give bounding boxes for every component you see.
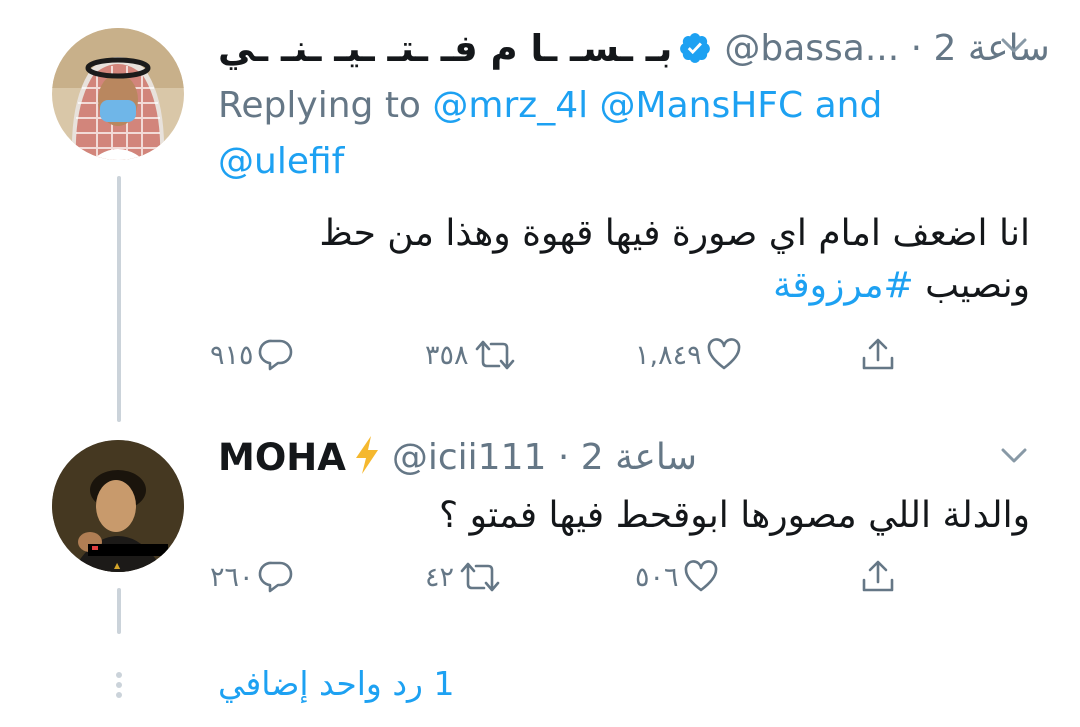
share-button[interactable]	[858, 558, 898, 596]
replying-to-line2: @ulefif	[218, 134, 344, 190]
reply-count: ٢٦٠	[210, 561, 254, 593]
show-more-replies-link[interactable]: 1 رد واحد إضافي	[218, 664, 454, 703]
tweet-header: MOHA @icii111 · 2 ساعة	[218, 430, 697, 484]
tweet-text: انا اضعف امام اي صورة فيها قهوة وهذا من …	[218, 208, 1030, 312]
tweet-text-line2-prefix: ونصيب	[925, 265, 1030, 306]
retweet-icon	[458, 560, 502, 594]
tweet-text-line1: والدلة اللي مصورها ابوقحط فيها فمتو ؟	[439, 495, 1030, 536]
mention-ulefif[interactable]: @ulefif	[218, 141, 344, 182]
tweet-text-line2: ونصيب #مرزوقة	[218, 260, 1030, 312]
reply-icon	[258, 560, 294, 594]
chevron-down-icon[interactable]	[1000, 36, 1028, 60]
like-count: ٥٠٦	[635, 561, 679, 593]
share-icon	[858, 336, 898, 374]
hashtag-link[interactable]: #مرزوقة	[773, 265, 914, 306]
and-label: and	[814, 85, 883, 126]
display-name[interactable]: MOHA	[218, 436, 346, 479]
reply-icon	[258, 338, 294, 372]
reply-count: ٩١٥	[210, 339, 254, 371]
share-icon	[858, 558, 898, 596]
replying-to: Replying to @mrz_4l @MansHFC and	[218, 78, 1018, 134]
retweet-count: ٤٢	[425, 561, 455, 593]
like-button[interactable]: ١,٨٤٩	[635, 338, 742, 372]
verified-badge-icon	[678, 31, 712, 65]
more-replies-dots-icon	[116, 668, 122, 702]
share-button[interactable]	[858, 336, 898, 374]
tweet-header: بـ ـسـ ـا م فـ ـتـ ـيـ ـنـ ـي @bassa... …	[218, 22, 1050, 74]
lightning-icon	[352, 434, 382, 480]
retweet-button[interactable]: ٣٥٨	[425, 338, 517, 372]
avatar[interactable]	[52, 28, 184, 160]
avatar[interactable]: ▲	[52, 440, 184, 572]
handle-and-time[interactable]: @icii111 · 2 ساعة	[392, 437, 697, 478]
heart-icon	[706, 338, 742, 372]
tweet-text-line1: انا اضعف امام اي صورة فيها قهوة وهذا من …	[319, 213, 1030, 254]
retweet-icon	[473, 338, 517, 372]
retweet-count: ٣٥٨	[425, 339, 469, 371]
like-count: ١,٨٤٩	[635, 339, 702, 371]
tweet-text: والدلة اللي مصورها ابوقحط فيها فمتو ؟	[218, 490, 1030, 542]
reply-button[interactable]: ٩١٥	[210, 338, 294, 372]
heart-icon	[683, 560, 719, 594]
thread-line	[117, 588, 121, 634]
retweet-button[interactable]: ٤٢	[425, 560, 502, 594]
thread-line	[117, 176, 121, 422]
mention-links[interactable]: @mrz_4l @MansHFC	[432, 85, 803, 126]
replying-to-label: Replying to	[218, 85, 421, 126]
reply-button[interactable]: ٢٦٠	[210, 560, 294, 594]
svg-text:▲: ▲	[114, 561, 121, 570]
like-button[interactable]: ٥٠٦	[635, 560, 719, 594]
display-name[interactable]: بـ ـسـ ـا م فـ ـتـ ـيـ ـنـ ـي	[218, 27, 672, 70]
chevron-down-icon[interactable]	[1000, 446, 1028, 470]
